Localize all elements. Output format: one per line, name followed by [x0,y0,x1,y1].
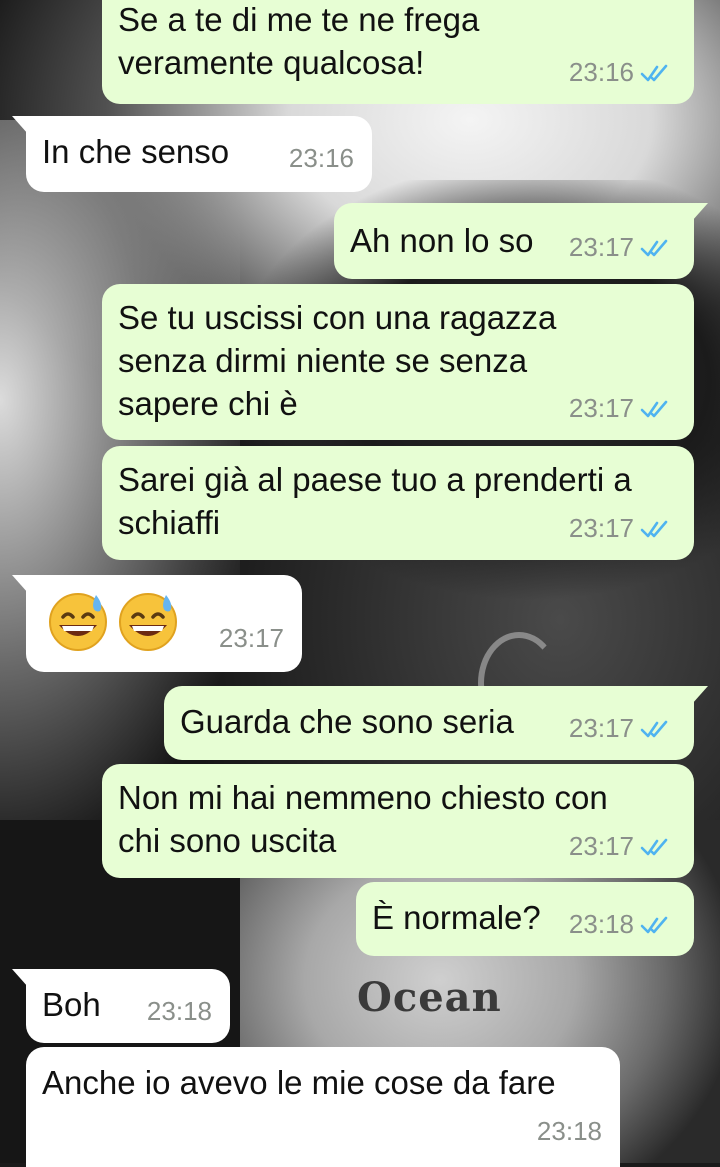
message-bubble-outgoing[interactable]: Se a te di me te ne frega veramente qual… [102,0,694,104]
message-time: 23:17 [568,713,634,743]
double-check-icon [640,400,668,417]
message-bubble-outgoing[interactable]: Se tu uscissi con una ragazza senza dirm… [102,284,694,440]
message-bubble-outgoing[interactable]: Non mi hai nemmeno chiesto con chi sono … [102,764,694,878]
message-bubble-incoming[interactable]: Anche io avevo le mie cose da fare 23:18 [26,1047,620,1167]
message-meta: 23:18 [569,903,670,946]
message-time: 23:17 [568,831,634,861]
grinning-face-with-sweat-icon [119,593,177,651]
message-meta: 23:17 [569,387,670,430]
message-bubble-outgoing[interactable]: Sarei già al paese tuo a prenderti a sch… [102,446,694,560]
message-bubble-incoming[interactable]: In che senso 23:16 [12,116,372,192]
message-meta: 23:17 [219,617,284,660]
double-check-icon [640,520,668,537]
message-bubble-outgoing[interactable]: Guarda che sono seria 23:17 [164,686,708,760]
bubble-tail [692,203,708,221]
wallpaper-tattoo-text: Ocean [357,974,502,1021]
double-check-icon [640,239,668,256]
message-meta: 23:16 [569,51,670,94]
bubble-tail [12,575,28,593]
message-time: 23:18 [146,996,212,1026]
message-meta: 23:17 [569,507,670,550]
grinning-face-with-sweat-icon [49,593,107,651]
message-bubble-incoming[interactable]: Boh 23:18 [12,969,230,1043]
message-meta: 23:17 [569,825,670,868]
message-time: 23:17 [568,513,634,543]
message-meta: 23:18 [147,990,212,1033]
message-meta: 23:17 [569,707,670,750]
bubble-tail [12,969,28,987]
message-bubble-outgoing[interactable]: È normale? 23:18 [356,882,694,956]
bubble-tail [12,116,28,134]
message-text: Anche io avevo le mie cose da fare [42,1064,556,1101]
message-time: 23:17 [218,623,284,653]
message-time: 23:18 [568,909,634,939]
double-check-icon [640,838,668,855]
message-meta: 23:16 [289,137,354,180]
bubble-tail [692,686,708,704]
message-meta: 23:17 [569,226,670,269]
double-check-icon [640,916,668,933]
message-time: 23:17 [568,393,634,423]
message-time: 23:16 [568,57,634,87]
message-time: 23:18 [536,1116,602,1146]
message-bubble-incoming[interactable]: 23:17 [12,575,302,672]
message-meta: 23:18 [537,1110,602,1153]
double-check-icon [640,720,668,737]
double-check-icon [640,64,668,81]
message-time: 23:16 [288,143,354,173]
message-time: 23:17 [568,232,634,262]
message-bubble-outgoing[interactable]: Ah non lo so 23:17 [334,203,708,279]
